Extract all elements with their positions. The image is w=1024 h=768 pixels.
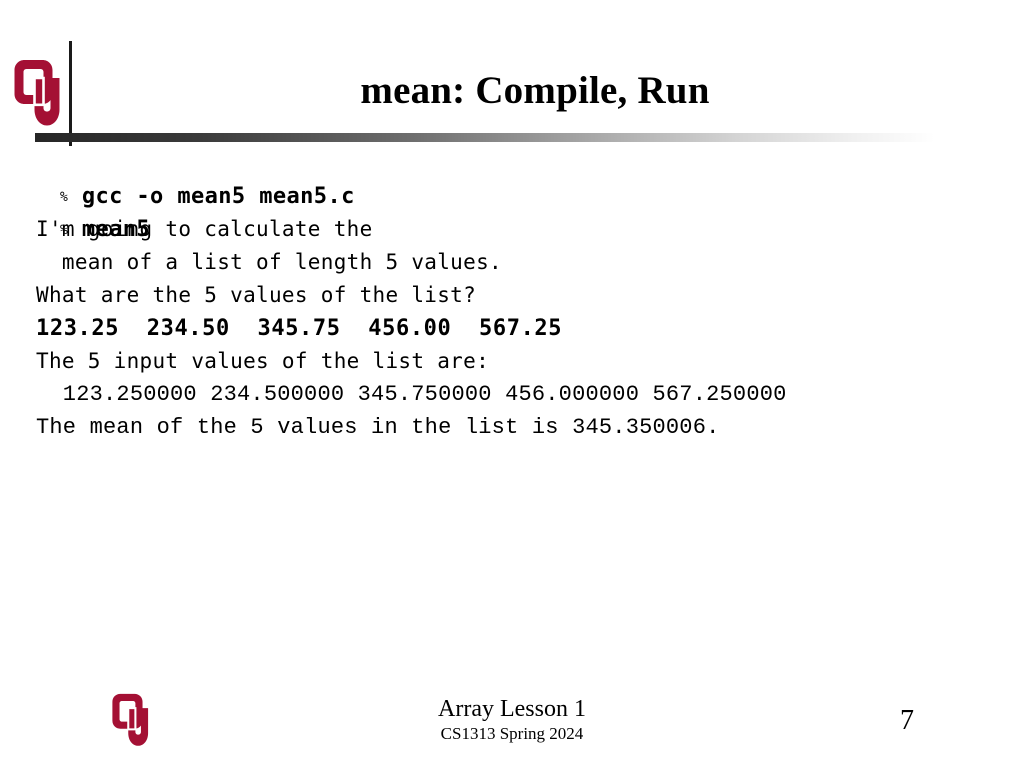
transcript-line-user-input: 123.25 234.50 345.75 456.00 567.25 xyxy=(36,316,563,341)
header-divider xyxy=(35,133,935,142)
transcript-line-output: 123.250000 234.500000 345.750000 456.000… xyxy=(36,382,787,407)
page-number: 7 xyxy=(900,705,914,736)
transcript-line-output: The 5 input values of the list are: xyxy=(36,349,490,373)
slide-footer: Array Lesson 1 CS1313 Spring 2024 xyxy=(312,696,712,744)
transcript-line-command: % gcc -o mean5 mean5.c xyxy=(36,147,996,209)
transcript-line-output: mean of a list of length 5 values. xyxy=(36,250,502,274)
footer-lesson-title: Array Lesson 1 xyxy=(438,696,586,722)
terminal-transcript: % gcc -o mean5 mean5.c % mean5 I'm going t… xyxy=(36,147,996,444)
header-vertical-rule xyxy=(69,41,72,146)
ou-logo-footer-icon xyxy=(112,692,158,748)
slide: mean: Compile, Run % gcc -o mean5 mean5.c… xyxy=(0,0,1024,768)
transcript-line-output: I'm going to calculate the xyxy=(36,217,373,241)
ou-logo-icon xyxy=(14,60,72,126)
footer-course-term: CS1313 Spring 2024 xyxy=(440,724,584,743)
page-title: mean: Compile, Run xyxy=(360,69,710,112)
shell-command-text: gcc -o mean5 mean5.c xyxy=(81,184,355,209)
transcript-line-output: What are the 5 values of the list? xyxy=(36,283,477,307)
slide-header: mean: Compile, Run xyxy=(0,0,1024,150)
transcript-line-output: The mean of the 5 values in the list is … xyxy=(36,415,720,440)
shell-prompt-symbol: % xyxy=(60,190,68,205)
